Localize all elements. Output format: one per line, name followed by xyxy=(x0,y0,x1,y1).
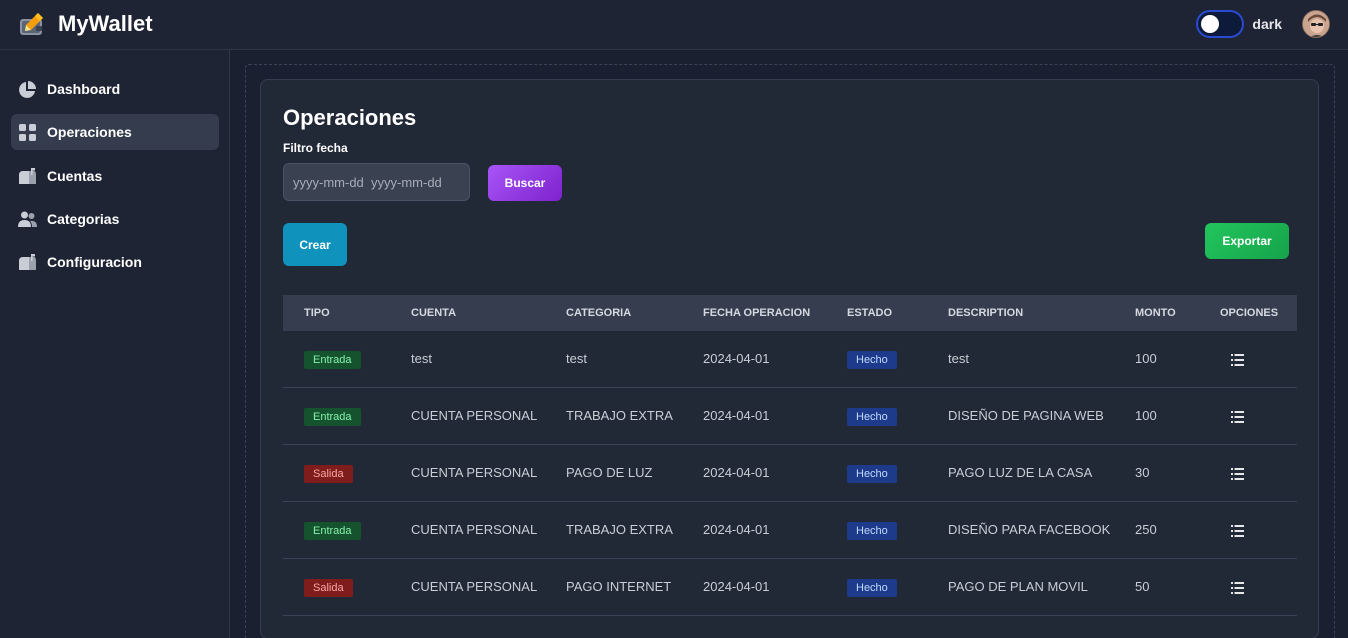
app-title: MyWallet xyxy=(58,11,153,36)
page-title: Operaciones xyxy=(283,105,417,130)
estado-badge: Hecho xyxy=(847,464,897,483)
column-header[interactable]: DESCRIPTION xyxy=(948,295,1023,331)
column-header: OPCIONES xyxy=(1220,307,1279,319)
theme-switch-area: dark xyxy=(1196,10,1330,38)
categoria-cell: TRABAJO EXTRA xyxy=(566,408,673,423)
cuenta-cell: CUENTA PERSONAL xyxy=(411,522,538,537)
estado-badge: Hecho xyxy=(847,578,897,597)
tipo-badge: Salida xyxy=(304,578,353,597)
options-list-icon[interactable] xyxy=(1231,581,1244,594)
export-button[interactable]: Exportar xyxy=(1205,223,1289,259)
sidebar-item-dashboard[interactable]: Dashboard xyxy=(11,71,219,107)
options-list-icon[interactable] xyxy=(1231,467,1244,480)
monto-cell: 30 xyxy=(1135,465,1150,480)
pie-chart-icon xyxy=(18,80,37,99)
brand[interactable]: MyWallet xyxy=(18,10,153,38)
descripcion-cell: PAGO LUZ DE LA CASA xyxy=(948,465,1093,480)
tipo-badge: Salida xyxy=(304,464,353,483)
estado-badge: Hecho xyxy=(847,350,897,369)
search-button[interactable]: Buscar xyxy=(488,165,562,201)
cuenta-cell: CUENTA PERSONAL xyxy=(411,579,538,594)
monto-cell: 50 xyxy=(1135,579,1150,594)
date-range-input[interactable] xyxy=(283,163,470,201)
categoria-cell: PAGO DE LUZ xyxy=(566,465,653,480)
options-list-icon[interactable] xyxy=(1231,524,1244,537)
tipo-badge: Entrada xyxy=(304,407,361,426)
users-icon xyxy=(18,210,37,229)
top-bar: MyWallet dark xyxy=(0,0,1348,50)
fecha-cell: 2024-04-01 xyxy=(703,408,770,423)
categoria-cell: test xyxy=(566,351,587,366)
filter-label: Filtro fecha xyxy=(283,141,348,155)
cuenta-cell: CUENTA PERSONAL xyxy=(411,408,538,423)
operations-table: TIPO CUENTA CATEGORIA FECHA OPERACION ES… xyxy=(283,295,1297,616)
table-row: Salida CUENTA PERSONAL PAGO DE LUZ 2024-… xyxy=(283,445,1297,502)
grid-icon xyxy=(18,123,37,142)
theme-label: dark xyxy=(1252,16,1282,32)
sidebar-item-label: Dashboard xyxy=(47,81,121,97)
sidebar-item-cuentas[interactable]: Cuentas xyxy=(11,158,219,194)
monto-cell: 250 xyxy=(1135,522,1157,537)
categoria-cell: PAGO INTERNET xyxy=(566,579,672,594)
sidebar-item-label: Cuentas xyxy=(47,168,103,184)
options-list-icon[interactable] xyxy=(1231,353,1244,366)
cuenta-cell: test xyxy=(411,351,432,366)
table-row: Salida CUENTA PERSONAL PAGO INTERNET 202… xyxy=(283,559,1297,616)
table-row: Entrada CUENTA PERSONAL TRABAJO EXTRA 20… xyxy=(283,388,1297,445)
theme-toggle[interactable] xyxy=(1196,10,1245,38)
avatar[interactable] xyxy=(1302,10,1330,38)
descripcion-cell: PAGO DE PLAN MOVIL xyxy=(948,579,1088,594)
table-header: TIPO CUENTA CATEGORIA FECHA OPERACION ES… xyxy=(283,295,1297,331)
mailbox-icon xyxy=(18,253,37,272)
column-header[interactable]: TIPO xyxy=(304,295,330,331)
column-header[interactable]: MONTO xyxy=(1135,295,1176,331)
column-header[interactable]: ESTADO xyxy=(847,295,892,331)
monto-cell: 100 xyxy=(1135,408,1157,423)
table-row: Entrada test test 2024-04-01 Hecho test … xyxy=(283,331,1297,388)
monto-cell: 100 xyxy=(1135,351,1157,366)
estado-badge: Hecho xyxy=(847,521,897,540)
sidebar-item-label: Operaciones xyxy=(47,124,132,140)
fecha-cell: 2024-04-01 xyxy=(703,351,770,366)
wallet-logo-icon xyxy=(18,10,46,38)
column-header[interactable]: CUENTA xyxy=(411,295,456,331)
toggle-knob xyxy=(1201,15,1220,33)
sidebar-item-operaciones[interactable]: Operaciones xyxy=(11,114,219,150)
descripcion-cell: DISEÑO PARA FACEBOOK xyxy=(948,522,1111,537)
tipo-badge: Entrada xyxy=(304,350,361,369)
sidebar-item-label: Categorias xyxy=(47,211,120,227)
descripcion-cell: test xyxy=(948,351,969,366)
sidebar-item-categorias[interactable]: Categorias xyxy=(11,201,219,237)
mailbox-icon xyxy=(18,167,37,186)
fecha-cell: 2024-04-01 xyxy=(703,579,770,594)
fecha-cell: 2024-04-01 xyxy=(703,522,770,537)
estado-badge: Hecho xyxy=(847,407,897,426)
fecha-cell: 2024-04-01 xyxy=(703,465,770,480)
table-row: Entrada CUENTA PERSONAL TRABAJO EXTRA 20… xyxy=(283,502,1297,559)
descripcion-cell: DISEÑO DE PAGINA WEB xyxy=(948,408,1104,423)
column-header[interactable]: FECHA OPERACION xyxy=(703,295,810,331)
options-list-icon[interactable] xyxy=(1231,410,1244,423)
sidebar-item-label: Configuracion xyxy=(47,254,142,270)
categoria-cell: TRABAJO EXTRA xyxy=(566,522,673,537)
create-button[interactable]: Crear xyxy=(283,223,347,266)
tipo-badge: Entrada xyxy=(304,521,361,540)
cuenta-cell: CUENTA PERSONAL xyxy=(411,465,538,480)
sidebar-item-configuracion[interactable]: Configuracion xyxy=(11,244,219,280)
column-header[interactable]: CATEGORIA xyxy=(566,295,631,331)
sidebar: Dashboard Operaciones Cuentas Categorias… xyxy=(0,50,230,638)
